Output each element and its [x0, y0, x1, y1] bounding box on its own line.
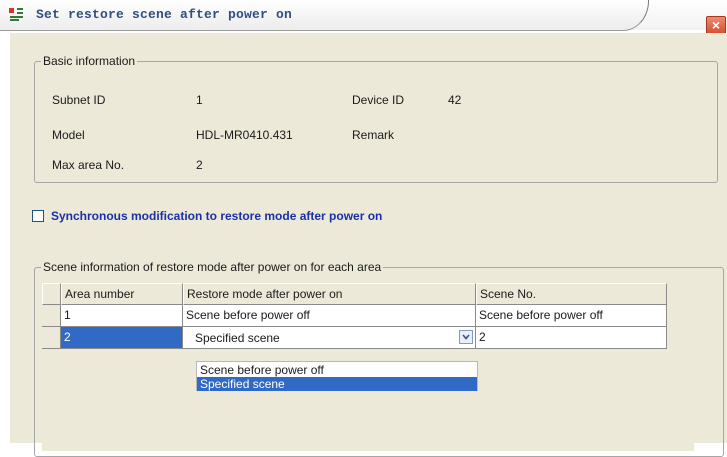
row-header[interactable]: [42, 327, 61, 349]
model-value: HDL-MR0410.431: [196, 128, 293, 142]
device-id-label: Device ID: [352, 93, 405, 107]
column-header-mode[interactable]: Restore mode after power on: [183, 283, 476, 305]
basic-info-legend: Basic information: [41, 54, 138, 68]
scene-no-cell[interactable]: 2: [476, 327, 667, 349]
title-bar: Set restore scene after power on ×: [0, 0, 727, 36]
restore-mode-combo-value: Specified scene: [195, 331, 280, 345]
scene-info-legend: Scene information of restore mode after …: [41, 260, 384, 274]
column-header-scene[interactable]: Scene No.: [476, 283, 667, 305]
grid-corner: [42, 283, 61, 305]
row-header[interactable]: [42, 305, 61, 327]
dropdown-option[interactable]: Scene before power off: [197, 363, 477, 377]
max-area-label: Max area No.: [52, 158, 125, 172]
scene-no-cell[interactable]: Scene before power off: [476, 305, 667, 327]
restore-mode-dropdown[interactable]: Scene before power off Specified scene: [196, 361, 478, 391]
column-header-area[interactable]: Area number: [61, 283, 183, 305]
area-number-cell[interactable]: 2: [61, 327, 183, 349]
window-title: Set restore scene after power on: [36, 7, 293, 22]
app-icon: [9, 8, 23, 21]
restore-mode-cell[interactable]: Scene before power off: [183, 305, 476, 327]
max-area-value: 2: [196, 158, 203, 172]
restore-mode-combo[interactable]: Specified scene: [183, 327, 476, 349]
basic-info-group: Basic information: [34, 54, 718, 183]
dropdown-option-selected[interactable]: Specified scene: [197, 377, 477, 391]
model-label: Model: [52, 128, 85, 142]
chevron-down-icon[interactable]: [459, 330, 473, 344]
dialog-body: Basic information Subnet ID 1 Device ID …: [10, 33, 727, 457]
sync-checkbox[interactable]: [32, 210, 44, 222]
sync-label[interactable]: Synchronous modification to restore mode…: [51, 209, 382, 223]
device-id-value: 42: [448, 93, 462, 107]
close-icon: ×: [711, 17, 721, 33]
remark-label: Remark: [352, 128, 395, 142]
subnet-id-value: 1: [196, 93, 203, 107]
subnet-id-label: Subnet ID: [52, 93, 106, 107]
area-number-cell[interactable]: 1: [61, 305, 183, 327]
title-tab: Set restore scene after power on: [0, 0, 649, 31]
